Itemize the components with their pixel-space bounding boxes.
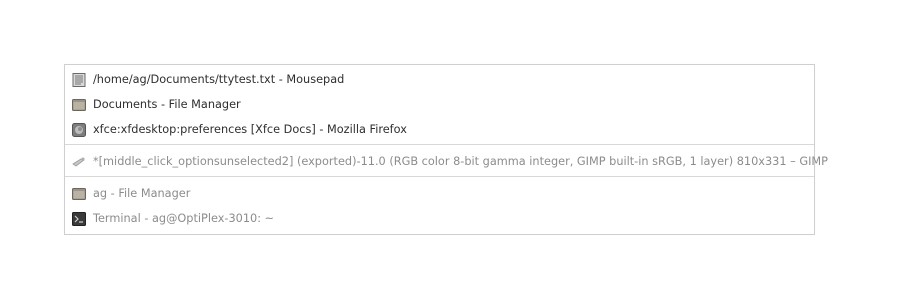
window-list-menu: /home/ag/Documents/ttytest.txt - Mousepa… [64, 64, 828, 235]
window-item-terminal[interactable]: Terminal - ag@OptiPlex-3010: ~ [65, 206, 814, 231]
window-item-label: /home/ag/Documents/ttytest.txt - Mousepa… [93, 73, 345, 86]
text-editor-icon [72, 72, 86, 87]
minimized-group-1: *[middle_click_optionsunselected2] (expo… [65, 147, 828, 174]
window-item-label: ag - File Manager [93, 187, 191, 200]
firefox-icon [72, 122, 86, 137]
window-item-label: Terminal - ag@OptiPlex-3010: ~ [93, 212, 275, 225]
minimized-group-2: ag - File Manager Terminal - ag@OptiPlex… [65, 179, 814, 234]
folder-icon [72, 187, 86, 200]
gimp-icon [72, 157, 85, 166]
window-item-label: *[middle_click_optionsunselected2] (expo… [93, 155, 828, 168]
terminal-icon [72, 211, 86, 226]
window-item-label: Documents - File Manager [93, 98, 241, 111]
folder-icon [72, 98, 86, 111]
window-item-label: xfce:xfdesktop:preferences [Xfce Docs] -… [93, 123, 407, 136]
window-item-mousepad[interactable]: /home/ag/Documents/ttytest.txt - Mousepa… [65, 67, 814, 92]
window-item-documents-file-manager[interactable]: Documents - File Manager [65, 92, 814, 117]
window-item-gimp[interactable]: *[middle_click_optionsunselected2] (expo… [65, 149, 828, 174]
separator [65, 176, 814, 177]
active-windows-group: /home/ag/Documents/ttytest.txt - Mousepa… [65, 65, 814, 142]
window-item-firefox[interactable]: xfce:xfdesktop:preferences [Xfce Docs] -… [65, 117, 814, 142]
window-item-ag-file-manager[interactable]: ag - File Manager [65, 181, 814, 206]
separator [65, 144, 814, 145]
